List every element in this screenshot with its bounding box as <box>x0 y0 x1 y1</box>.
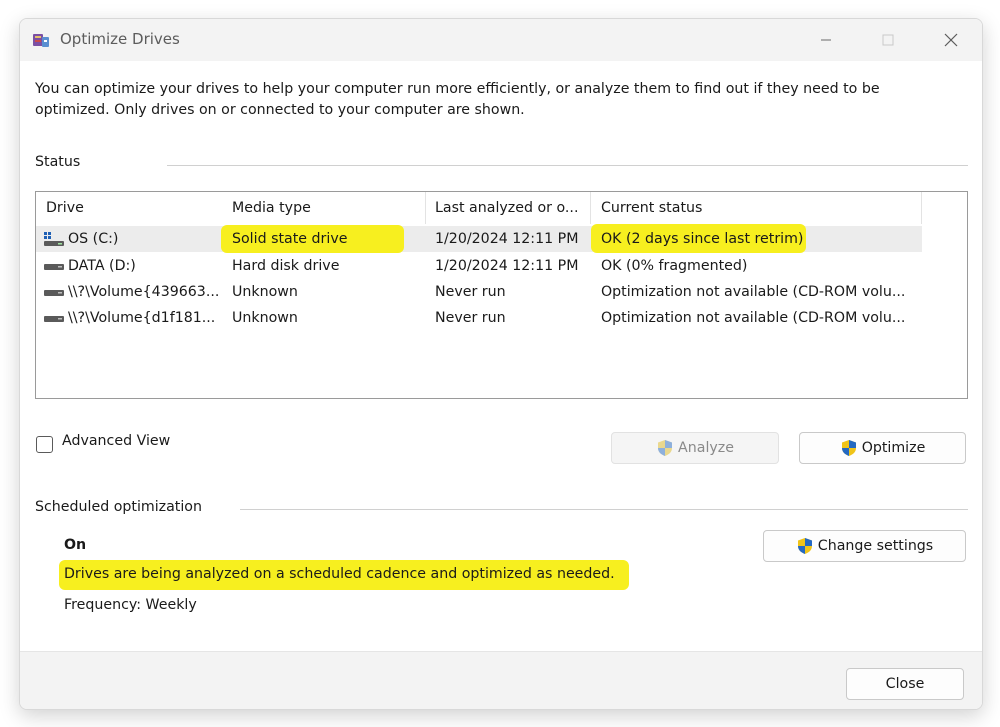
advanced-view-label[interactable]: Advanced View <box>62 433 170 449</box>
advanced-view-checkbox[interactable] <box>36 436 53 453</box>
schedule-state: On <box>64 537 87 553</box>
uac-shield-icon <box>841 440 856 456</box>
intro-text: You can optimize your drives to help you… <box>35 81 880 118</box>
drive-name: \\?\Volume{439663... <box>68 284 220 300</box>
current-status-cell: OK (2 days since last retrim) <box>601 231 804 247</box>
analyze-label: Analyze <box>678 440 734 456</box>
table-row[interactable]: OS (C:) Solid state drive 1/20/2024 12:1… <box>36 224 922 253</box>
media-type-cell: Solid state drive <box>232 231 348 247</box>
defrag-app-icon <box>33 34 49 47</box>
table-row[interactable]: DATA (D:) Hard disk drive 1/20/2024 12:1… <box>36 253 922 279</box>
schedule-description: Drives are being analyzed on a scheduled… <box>64 566 615 582</box>
list-header: Drive Media type Last analyzed or o... C… <box>36 192 967 224</box>
current-status-cell: Optimization not available (CD-ROM volu.… <box>601 284 906 300</box>
drive-name: OS (C:) <box>68 231 119 247</box>
table-row[interactable]: \\?\Volume{d1f181... Unknown Never run O… <box>36 305 922 331</box>
dialog-footer: Close <box>20 651 982 709</box>
current-status-cell: OK (0% fragmented) <box>601 258 748 274</box>
drive-name: DATA (D:) <box>68 258 136 274</box>
scheduled-section-label: Scheduled optimization <box>35 499 202 515</box>
scheduled-divider <box>240 509 968 510</box>
os-drive-icon <box>44 232 64 246</box>
minimize-icon <box>821 39 831 41</box>
optimize-drives-window: Optimize Drives You can optimize your dr… <box>19 18 983 710</box>
close-button[interactable]: Close <box>846 668 964 700</box>
media-type-cell: Unknown <box>232 284 298 300</box>
maximize-icon <box>882 34 894 46</box>
uac-shield-icon <box>658 440 673 456</box>
optimize-label: Optimize <box>861 440 926 456</box>
media-type-cell: Hard disk drive <box>232 258 340 274</box>
column-header-current-status[interactable]: Current status <box>591 192 922 224</box>
table-row[interactable]: \\?\Volume{439663... Unknown Never run O… <box>36 279 922 305</box>
status-section-label: Status <box>35 154 81 170</box>
change-settings-button[interactable]: Change settings <box>763 530 966 562</box>
window-title: Optimize Drives <box>60 30 180 48</box>
hard-drive-icon <box>44 264 64 270</box>
change-settings-label: Change settings <box>817 538 934 554</box>
column-header-media-type[interactable]: Media type <box>222 192 426 224</box>
close-window-button[interactable] <box>928 19 974 61</box>
schedule-frequency: Frequency: Weekly <box>64 597 197 613</box>
analyze-button[interactable]: Analyze <box>611 432 779 464</box>
hard-drive-icon <box>44 316 64 322</box>
column-header-drive[interactable]: Drive <box>36 192 222 224</box>
drive-name: \\?\Volume{d1f181... <box>68 310 216 326</box>
optimize-button[interactable]: Optimize <box>799 432 966 464</box>
minimize-button[interactable] <box>803 19 849 61</box>
title-bar: Optimize Drives <box>20 19 982 61</box>
last-analyzed-cell: 1/20/2024 12:11 PM <box>435 258 579 274</box>
close-icon <box>944 33 958 47</box>
current-status-cell: Optimization not available (CD-ROM volu.… <box>601 310 906 326</box>
media-type-cell: Unknown <box>232 310 298 326</box>
last-analyzed-cell: 1/20/2024 12:11 PM <box>435 231 579 247</box>
hard-drive-icon <box>44 290 64 296</box>
column-header-last-analyzed[interactable]: Last analyzed or o... <box>425 192 591 224</box>
drives-list[interactable]: Drive Media type Last analyzed or o... C… <box>35 191 968 399</box>
dialog-body: You can optimize your drives to help you… <box>20 61 982 651</box>
maximize-button[interactable] <box>865 19 911 61</box>
last-analyzed-cell: Never run <box>435 310 506 326</box>
status-divider <box>167 165 968 166</box>
last-analyzed-cell: Never run <box>435 284 506 300</box>
uac-shield-icon <box>797 538 812 554</box>
